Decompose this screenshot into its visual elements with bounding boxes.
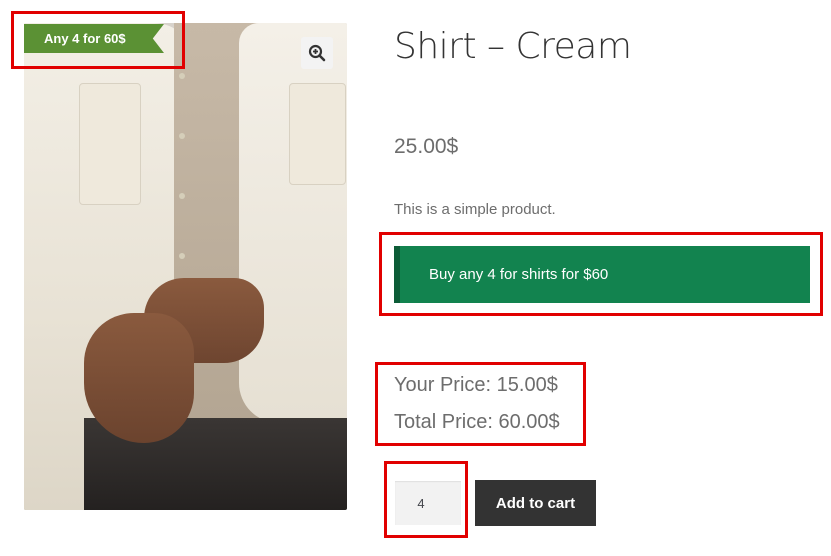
product-price: 25.00$ [394,135,459,158]
quantity-input[interactable] [395,481,461,525]
add-to-cart-button[interactable]: Add to cart [475,480,596,526]
product-short-description: This is a simple product. [394,201,556,218]
sale-flash-highlight [11,11,185,69]
zoom-button[interactable] [301,37,333,69]
shirt-pocket-left [79,83,141,205]
product-title: Shirt – Cream [394,26,632,67]
hand-left [84,313,194,443]
shirt-pocket-right [289,83,346,185]
total-price: Total Price: 60.00$ [394,411,560,433]
shirt-buttons [179,73,185,79]
zoom-in-magnifier-icon [308,44,326,62]
product-image[interactable] [24,23,347,510]
your-price: Your Price: 15.00$ [394,374,558,396]
bundle-offer-button[interactable]: Buy any 4 for shirts for $60 [394,246,810,303]
